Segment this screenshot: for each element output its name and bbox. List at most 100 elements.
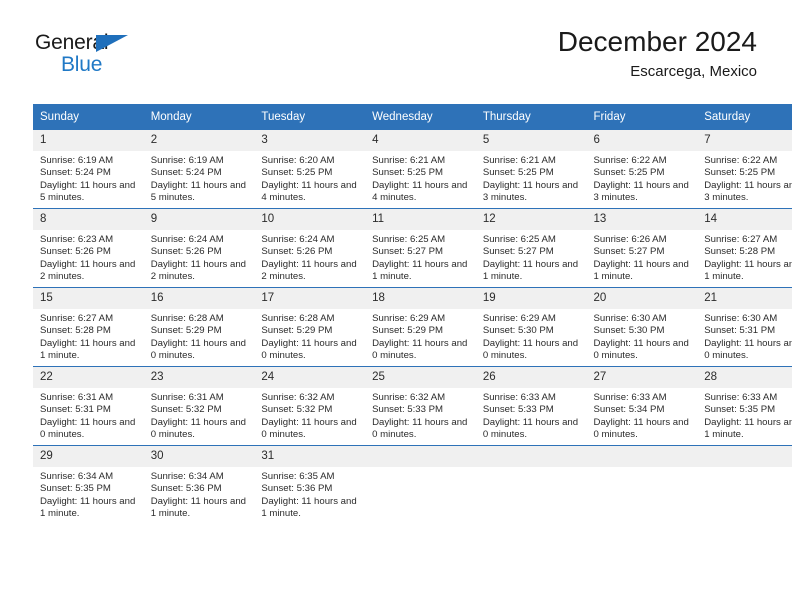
day-sun-info: Sunrise: 6:19 AM Sunset: 5:24 PM Daylight:… [144, 151, 255, 205]
daylight-text: Daylight: 11 hours and 1 minute. [40, 337, 136, 362]
day-number: 11 [365, 209, 476, 230]
day-number: 2 [143, 130, 255, 151]
day-number: 23 [143, 367, 255, 388]
sunrise-text: Sunrise: 6:22 AM [704, 155, 778, 166]
logo-wordmark-top: General [35, 32, 128, 53]
day-sun-info: Sunrise: 6:29 AM Sunset: 5:30 PM Daylight:… [476, 309, 587, 363]
sunset-text: Sunset: 5:27 PM [593, 246, 665, 258]
calendar-week-row: 15 Sunrise: 6:27 AM Sunset: 5:28 PM Dayligh… [33, 287, 792, 367]
sunset-text: Sunset: 5:27 PM [482, 246, 554, 258]
day-number [697, 446, 792, 467]
calendar-day-cell[interactable]: 26 Sunrise: 6:33 AM Sunset: 5:33 PM Dayligh… [475, 366, 587, 446]
calendar-day-cell[interactable]: 2 Sunrise: 6:19 AM Sunset: 5:24 PM Daylight… [143, 130, 255, 209]
day-number [475, 446, 587, 467]
daylight-text: Daylight: 11 hours and 0 minutes. [482, 416, 579, 441]
calendar-day-cell[interactable]: 9 Sunrise: 6:24 AM Sunset: 5:26 PM Daylight… [143, 208, 255, 288]
sunrise-text: Sunrise: 6:33 AM [482, 392, 556, 403]
calendar-week-row: 1 Sunrise: 6:19 AM Sunset: 5:24 PM Daylight… [33, 130, 792, 209]
sunrise-text: Sunrise: 6:24 AM [261, 234, 335, 245]
day-number: 24 [254, 367, 366, 388]
calendar-day-cell[interactable]: 24 Sunrise: 6:32 AM Sunset: 5:32 PM Dayligh… [254, 366, 366, 446]
sunset-text: Sunset: 5:27 PM [372, 246, 444, 258]
calendar-day-cell[interactable]: 10 Sunrise: 6:24 AM Sunset: 5:26 PM Dayligh… [254, 208, 366, 288]
sunset-text: Sunset: 5:31 PM [704, 325, 776, 337]
logo-triangle-icon [96, 35, 128, 52]
general-blue-logo[interactable]: General Blue [35, 32, 128, 75]
daylight-text: Daylight: 11 hours and 0 minutes. [40, 416, 136, 441]
day-number: 12 [475, 209, 587, 230]
calendar-day-cell[interactable]: 8 Sunrise: 6:23 AM Sunset: 5:26 PM Daylight… [33, 208, 144, 288]
calendar-day-cell[interactable]: 17 Sunrise: 6:28 AM Sunset: 5:29 PM Dayligh… [254, 287, 366, 367]
calendar-day-cell[interactable]: 25 Sunrise: 6:32 AM Sunset: 5:33 PM Dayligh… [365, 366, 476, 446]
day-number: 26 [475, 367, 587, 388]
calendar-day-cell[interactable]: 30 Sunrise: 6:34 AM Sunset: 5:36 PM Dayligh… [143, 445, 255, 524]
calendar-day-cell[interactable]: 14 Sunrise: 6:27 AM Sunset: 5:28 PM Dayligh… [697, 208, 792, 288]
calendar-day-cell[interactable]: 3 Sunrise: 6:20 AM Sunset: 5:25 PM Daylight… [254, 130, 366, 209]
day-sun-info: Sunrise: 6:31 AM Sunset: 5:31 PM Daylight:… [33, 388, 144, 442]
calendar-day-cell[interactable]: 15 Sunrise: 6:27 AM Sunset: 5:28 PM Dayligh… [33, 287, 144, 367]
sunrise-text: Sunrise: 6:33 AM [704, 392, 778, 403]
sunset-text: Sunset: 5:29 PM [261, 325, 333, 337]
calendar-grid: Sunday Monday Tuesday Wednesday Thursday Frid… [33, 104, 792, 524]
daylight-text: Daylight: 11 hours and 3 minutes. [593, 179, 689, 204]
sunset-text: Sunset: 5:25 PM [372, 167, 444, 179]
daylight-text: Daylight: 11 hours and 1 minute. [704, 416, 792, 441]
day-sun-info: Sunrise: 6:22 AM Sunset: 5:25 PM Daylight:… [697, 151, 792, 205]
sunset-text: Sunset: 5:36 PM [150, 483, 222, 495]
calendar-day-cell[interactable]: 18 Sunrise: 6:29 AM Sunset: 5:29 PM Dayligh… [365, 287, 476, 367]
sunset-text: Sunset: 5:26 PM [40, 246, 111, 258]
calendar-week-row: 22 Sunrise: 6:31 AM Sunset: 5:31 PM Dayligh… [33, 366, 792, 446]
calendar-day-cell[interactable]: 22 Sunrise: 6:31 AM Sunset: 5:31 PM Dayligh… [33, 366, 144, 446]
sunrise-text: Sunrise: 6:29 AM [372, 313, 446, 324]
calendar-day-cell[interactable]: 13 Sunrise: 6:26 AM Sunset: 5:27 PM Dayligh… [586, 208, 698, 288]
calendar-day-cell[interactable]: 29 Sunrise: 6:34 AM Sunset: 5:35 PM Dayligh… [33, 445, 144, 524]
sunrise-text: Sunrise: 6:28 AM [261, 313, 335, 324]
sunrise-text: Sunrise: 6:32 AM [261, 392, 335, 403]
calendar-day-cell[interactable]: 6 Sunrise: 6:22 AM Sunset: 5:25 PM Daylight… [586, 130, 698, 209]
calendar-day-cell[interactable]: 21 Sunrise: 6:30 AM Sunset: 5:31 PM Dayligh… [697, 287, 792, 367]
page-subtitle-location: Escarcega, Mexico [630, 63, 757, 81]
calendar-day-cell[interactable]: 16 Sunrise: 6:28 AM Sunset: 5:29 PM Dayligh… [143, 287, 255, 367]
day-sun-info: Sunrise: 6:33 AM Sunset: 5:33 PM Daylight:… [476, 388, 587, 442]
calendar-day-cell[interactable]: 1 Sunrise: 6:19 AM Sunset: 5:24 PM Daylight… [33, 130, 144, 209]
calendar-day-cell[interactable]: 11 Sunrise: 6:25 AM Sunset: 5:27 PM Dayligh… [365, 208, 476, 288]
weekday-header-tuesday: Tuesday [254, 104, 366, 130]
daylight-text: Daylight: 11 hours and 1 minute. [150, 495, 246, 520]
sunset-text: Sunset: 5:32 PM [261, 404, 333, 416]
daylight-text: Daylight: 11 hours and 1 minute. [482, 258, 579, 283]
sunrise-text: Sunrise: 6:21 AM [372, 155, 446, 166]
calendar-day-cell[interactable]: 7 Sunrise: 6:22 AM Sunset: 5:25 PM Daylight… [697, 130, 792, 209]
sunset-text: Sunset: 5:25 PM [704, 167, 776, 179]
weekday-header-row: Sunday Monday Tuesday Wednesday Thursday Frid… [33, 104, 792, 130]
calendar-day-cell-empty [475, 445, 587, 524]
daylight-text: Daylight: 11 hours and 0 minutes. [593, 416, 689, 441]
calendar-day-cell[interactable]: 5 Sunrise: 6:21 AM Sunset: 5:25 PM Daylight… [475, 130, 587, 209]
day-number [586, 446, 698, 467]
daylight-text: Daylight: 11 hours and 0 minutes. [372, 416, 468, 441]
sunset-text: Sunset: 5:29 PM [150, 325, 222, 337]
daylight-text: Daylight: 11 hours and 1 minute. [593, 258, 689, 283]
calendar-day-cell-empty [586, 445, 698, 524]
day-number: 22 [33, 367, 144, 388]
calendar-day-cell-empty [365, 445, 476, 524]
calendar-week-row: 29 Sunrise: 6:34 AM Sunset: 5:35 PM Dayligh… [33, 445, 792, 524]
sunrise-text: Sunrise: 6:28 AM [150, 313, 224, 324]
day-sun-info: Sunrise: 6:24 AM Sunset: 5:26 PM Daylight:… [144, 230, 255, 284]
daylight-text: Daylight: 11 hours and 1 minute. [704, 258, 792, 283]
calendar-day-cell[interactable]: 31 Sunrise: 6:35 AM Sunset: 5:36 PM Dayligh… [254, 445, 366, 524]
weekday-header-monday: Monday [143, 104, 255, 130]
calendar-day-cell[interactable]: 23 Sunrise: 6:31 AM Sunset: 5:32 PM Dayligh… [143, 366, 255, 446]
calendar-day-cell[interactable]: 28 Sunrise: 6:33 AM Sunset: 5:35 PM Dayligh… [697, 366, 792, 446]
sunset-text: Sunset: 5:25 PM [593, 167, 665, 179]
sunset-text: Sunset: 5:28 PM [704, 246, 776, 258]
calendar-day-cell[interactable]: 4 Sunrise: 6:21 AM Sunset: 5:25 PM Daylight… [365, 130, 476, 209]
sunset-text: Sunset: 5:24 PM [40, 167, 111, 179]
calendar-day-cell[interactable]: 12 Sunrise: 6:25 AM Sunset: 5:27 PM Dayligh… [475, 208, 587, 288]
calendar-day-cell[interactable]: 27 Sunrise: 6:33 AM Sunset: 5:34 PM Dayligh… [586, 366, 698, 446]
title-block: December 2024 Escarcega, Mexico [558, 26, 757, 80]
sunset-text: Sunset: 5:36 PM [261, 483, 333, 495]
calendar-day-cell[interactable]: 19 Sunrise: 6:29 AM Sunset: 5:30 PM Dayligh… [475, 287, 587, 367]
calendar-day-cell[interactable]: 20 Sunrise: 6:30 AM Sunset: 5:30 PM Dayligh… [586, 287, 698, 367]
daylight-text: Daylight: 11 hours and 4 minutes. [261, 179, 357, 204]
sunset-text: Sunset: 5:33 PM [372, 404, 444, 416]
